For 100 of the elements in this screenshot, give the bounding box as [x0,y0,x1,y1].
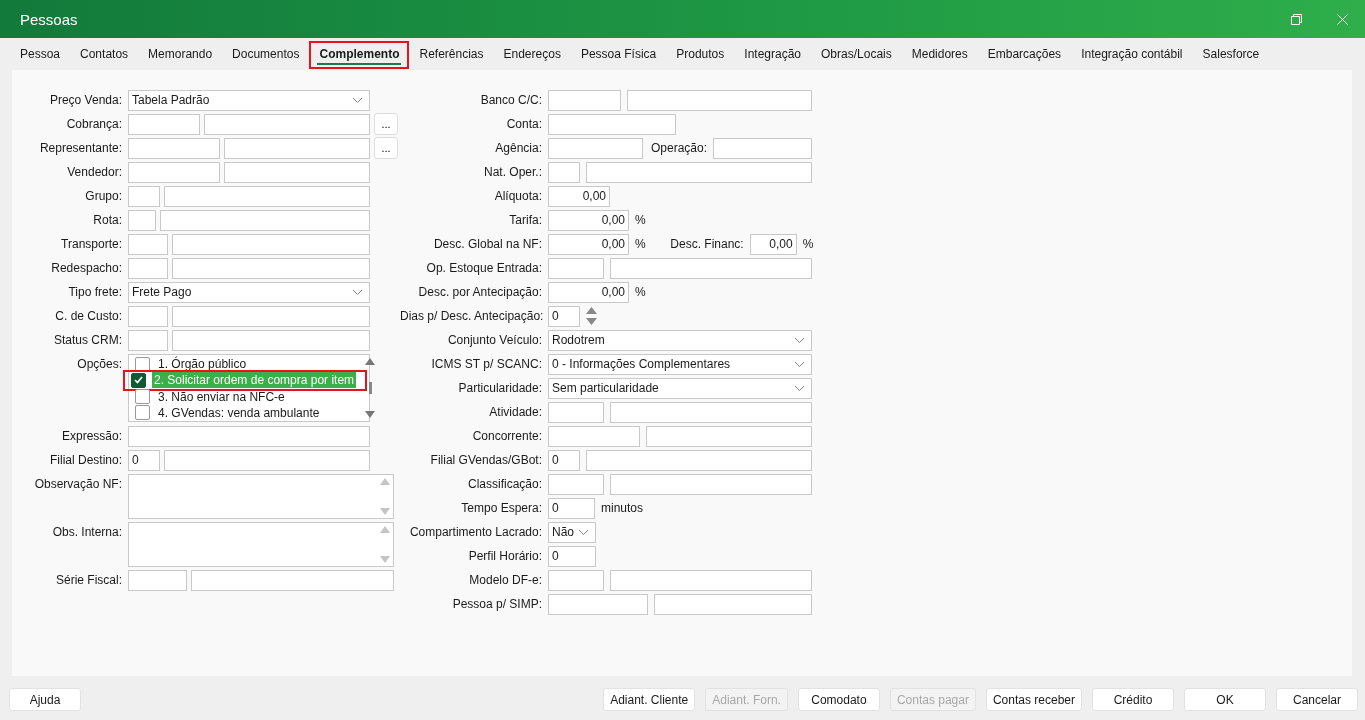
chevron-down-icon [352,288,363,296]
text-field[interactable] [128,209,156,231]
action-button[interactable]: OK [1184,688,1266,711]
text-field[interactable] [128,137,220,159]
field-label: Agência: [494,141,543,155]
browse-button[interactable]: ... [374,113,398,135]
scroll-up-icon[interactable] [365,358,375,365]
text-field[interactable] [128,257,168,279]
tab[interactable]: Integração contábil [1071,41,1193,69]
text-field[interactable] [224,137,370,159]
scroll-down-icon[interactable] [365,411,375,418]
text-field[interactable] [128,161,220,183]
text-field[interactable] [172,329,370,351]
text-field[interactable] [128,305,168,327]
field-label: Redespacho: [50,261,123,275]
text-field[interactable] [646,425,812,447]
text-field[interactable] [713,137,812,159]
tab[interactable]: Integração [734,41,811,69]
text-field[interactable]: 0 [548,449,580,471]
text-field[interactable]: 0 [548,545,596,567]
tab[interactable]: Produtos [666,41,735,69]
number-field[interactable]: 0 [548,305,580,327]
action-button[interactable]: Cancelar [1276,688,1358,711]
scrollbar-thumb[interactable] [368,382,372,394]
field-label: C. de Custo: [54,309,123,323]
text-field[interactable] [654,593,812,615]
checkbox[interactable] [131,372,146,388]
dropdown-field[interactable]: Tabela Padrão [128,89,370,111]
text-field[interactable] [164,449,370,471]
text-field[interactable] [548,89,621,111]
text-field[interactable] [548,593,648,615]
number-field[interactable]: 0,00 [749,233,797,255]
text-field[interactable] [627,89,812,111]
text-field[interactable] [548,569,604,591]
text-field[interactable] [610,257,812,279]
text-field[interactable] [128,185,160,207]
text-field[interactable] [548,161,580,183]
tab[interactable]: Endereços [493,41,571,69]
field-label: ICMS ST p/ SCANC: [430,357,543,371]
text-field[interactable] [610,401,812,423]
action-button[interactable]: Adiant. Cliente [603,688,696,711]
text-field[interactable] [128,425,370,447]
tab[interactable]: Memorando [138,41,223,69]
text-field[interactable] [172,233,370,255]
text-field[interactable] [548,137,643,159]
dropdown-field[interactable]: Frete Pago [128,281,370,303]
list-item[interactable]: 1. Órgão público [129,356,365,373]
tab[interactable]: Obras/Locais [811,41,902,69]
browse-button[interactable]: ... [374,137,398,159]
dropdown-field[interactable]: 0 - Informações Complementares [548,353,812,375]
field-label: Concorrente: [471,429,543,443]
chevron-down-icon [794,360,805,368]
tab[interactable]: Medidores [901,41,978,69]
checkbox[interactable] [135,389,150,405]
list-item[interactable]: 4. GVendas: venda ambulante [129,404,365,421]
tab[interactable]: Contatos [70,41,139,69]
dropdown-field[interactable]: Sem particularidade [548,377,812,399]
text-field[interactable] [128,329,168,351]
text-field[interactable] [548,401,604,423]
text-field[interactable] [610,569,812,591]
tab[interactable]: Referências [409,41,494,69]
text-field[interactable] [204,113,370,135]
checkbox[interactable] [135,405,150,421]
number-field[interactable]: 0,00 [548,281,629,303]
text-field[interactable] [224,161,370,183]
text-field[interactable] [548,257,604,279]
text-field[interactable] [128,113,200,135]
number-field[interactable]: 0,00 [548,209,629,231]
text-field[interactable] [160,209,370,231]
text-field[interactable] [548,425,640,447]
help-button[interactable]: Ajuda [9,688,81,711]
action-button[interactable]: Crédito [1092,688,1174,711]
text-field[interactable] [586,161,812,183]
dropdown-field[interactable]: Rodotrem [548,329,812,351]
spinner-arrows-icon[interactable] [586,305,597,327]
text-field[interactable] [610,473,812,495]
list-item[interactable]: 3. Não enviar na NFC-e [129,388,365,405]
text-field[interactable]: 0 [548,497,595,519]
field-label: Status CRM: [53,333,123,347]
text-field[interactable] [128,233,168,255]
action-button[interactable]: Comodato [797,688,880,711]
number-field[interactable]: 0,00 [548,233,629,255]
tab[interactable]: Documentos [222,41,310,69]
text-field[interactable] [164,185,370,207]
text-field[interactable] [172,305,370,327]
tab[interactable]: Salesforce [1192,41,1270,69]
number-field[interactable]: 0,00 [548,185,610,207]
action-button[interactable]: Contas receber [985,688,1082,711]
tab[interactable]: Embarcações [977,41,1072,69]
tab[interactable]: Pessoa Física [570,41,667,69]
text-field[interactable] [191,569,394,591]
tab[interactable]: Pessoa [10,41,71,69]
text-field[interactable] [586,449,812,471]
dropdown-field[interactable]: Não [548,521,596,543]
field-label: Operação: [649,141,707,155]
text-field[interactable]: 0 [128,449,160,471]
text-field[interactable] [128,569,187,591]
text-field[interactable] [548,113,676,135]
text-field[interactable] [548,473,604,495]
text-field[interactable] [172,257,370,279]
